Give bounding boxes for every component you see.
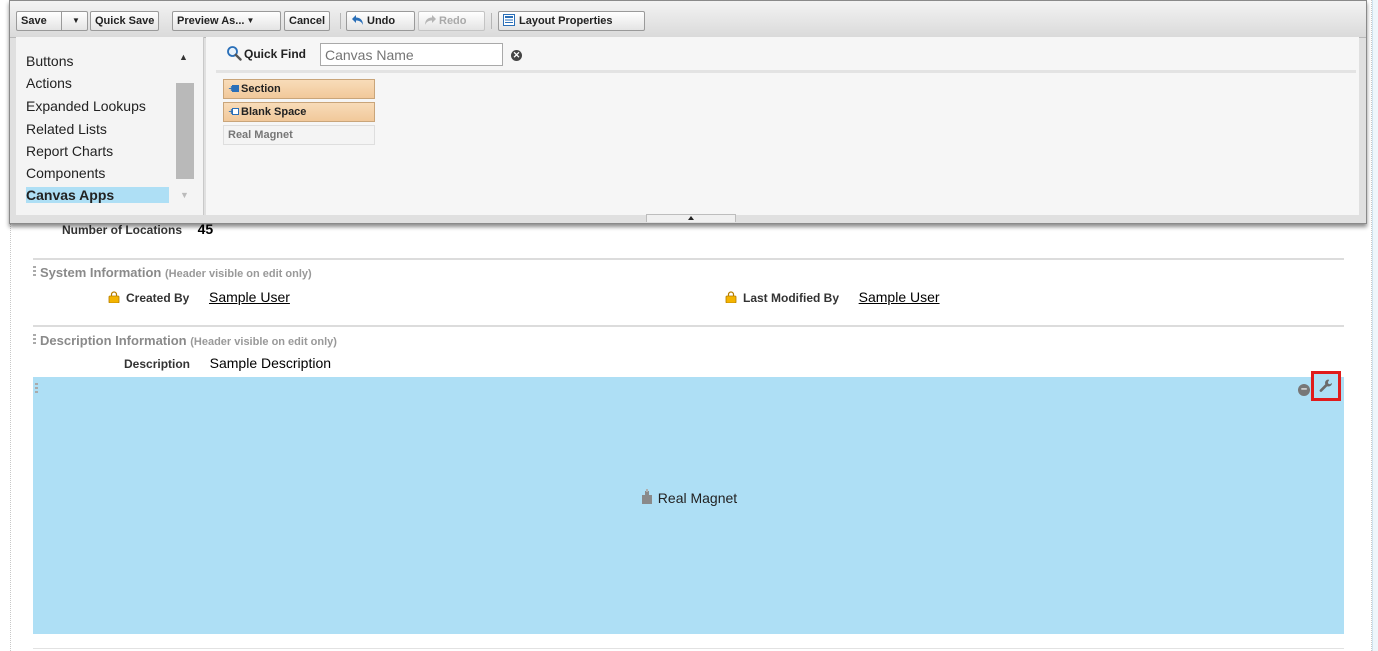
lock-icon (725, 291, 737, 304)
wrench-icon[interactable] (1311, 371, 1341, 401)
drag-handle-icon[interactable] (35, 383, 38, 395)
lock-icon (108, 291, 120, 304)
section-divider (33, 325, 1344, 327)
undo-button[interactable]: Undo (346, 11, 415, 31)
field-label: Number of Locations (62, 223, 183, 237)
scrollbar-thumb[interactable] (176, 83, 194, 179)
field-description[interactable]: Description Sample Description (124, 355, 331, 371)
undo-icon (351, 14, 365, 32)
last-modified-by-link[interactable]: Sample User (859, 289, 940, 305)
chevron-up-icon (688, 216, 694, 220)
sidebar-item-related-lists[interactable]: Related Lists (26, 121, 107, 137)
toolbar: Save ▼ Quick Save Preview As... ▼ Cancel U… (10, 1, 1366, 38)
right-scroll-edge (1372, 0, 1378, 651)
layout-properties-button[interactable]: Layout Properties (498, 11, 645, 31)
field-label: Description (124, 357, 191, 371)
chevron-down-icon: ▼ (246, 16, 255, 25)
drag-handle-icon[interactable] (33, 266, 36, 278)
section-divider (33, 258, 1344, 260)
save-button[interactable]: Save ▼ (16, 11, 88, 31)
redo-button[interactable]: Redo (418, 11, 485, 31)
divider (216, 70, 1356, 73)
section-note: (Header visible on edit only) (190, 336, 337, 348)
created-by-link[interactable]: Sample User (209, 289, 290, 305)
minus-icon[interactable]: – (1298, 384, 1310, 396)
field-label: Created By (126, 291, 190, 305)
scroll-down-icon[interactable]: ▼ (180, 190, 189, 200)
section-note: (Header visible on edit only) (164, 268, 312, 280)
palette-category-list: Buttons Actions Expanded Lookups Related… (16, 37, 204, 215)
field-value: Sample Description (209, 355, 332, 371)
field-label: Last Modified By (743, 291, 840, 305)
canvas-app-icon (640, 489, 654, 508)
section-title: System Information (40, 265, 162, 280)
redo-icon (423, 14, 437, 32)
quick-save-button[interactable]: Quick Save (90, 11, 160, 31)
canvas-app-label-row: Real Magnet (33, 489, 1344, 508)
field-created-by[interactable]: Created By Sample User (108, 289, 290, 305)
layout-properties-icon (503, 14, 515, 32)
palette-item-real-magnet[interactable]: Real Magnet (223, 125, 375, 145)
sidebar-item-actions[interactable]: Actions (26, 75, 72, 91)
sidebar-item-report-charts[interactable]: Report Charts (26, 143, 113, 159)
palette-item-blank-space[interactable]: + Blank Space (223, 102, 375, 122)
section-divider (33, 648, 1344, 649)
toolbar-separator (340, 13, 341, 29)
quick-find-label: Quick Find (226, 45, 306, 64)
collapse-palette-handle[interactable] (646, 214, 736, 222)
description-information-header[interactable]: Description Information (Header visible … (33, 333, 337, 348)
preview-as-button[interactable]: Preview As... ▼ (172, 11, 281, 31)
canvas-app-block[interactable]: – Real Magnet (33, 371, 1344, 634)
blank-space-icon: + (228, 104, 239, 116)
sidebar-item-expanded-lookups[interactable]: Expanded Lookups (26, 98, 146, 114)
sidebar-item-canvas-apps[interactable]: Canvas Apps (26, 187, 169, 203)
toolbar-separator (491, 13, 492, 29)
layout-palette: Save ▼ Quick Save Preview As... ▼ Cancel U… (9, 0, 1367, 224)
canvas-app-name: Real Magnet (657, 490, 738, 506)
drag-handle-icon[interactable] (33, 334, 36, 346)
clear-search-icon[interactable]: ✕ (511, 50, 522, 61)
sidebar-item-buttons[interactable]: Buttons (26, 53, 73, 69)
sidebar-item-components[interactable]: Components (26, 165, 105, 181)
field-last-modified-by[interactable]: Last Modified By Sample User (725, 289, 940, 305)
cancel-button[interactable]: Cancel (284, 11, 331, 31)
quick-find-input[interactable] (320, 43, 503, 66)
chevron-down-icon[interactable]: ▼ (72, 12, 80, 30)
search-icon (226, 45, 242, 64)
section-title: Description Information (40, 333, 187, 348)
system-information-header[interactable]: System Information (Header visible on ed… (33, 265, 312, 280)
category-scrollbar[interactable]: ▲ ▼ (176, 49, 194, 204)
section-icon: + (228, 81, 239, 93)
palette-items-panel: Quick Find ✕ + Section + Blank Space Rea… (206, 37, 1359, 215)
scroll-up-icon[interactable]: ▲ (179, 52, 188, 62)
palette-item-section[interactable]: + Section (223, 79, 375, 99)
